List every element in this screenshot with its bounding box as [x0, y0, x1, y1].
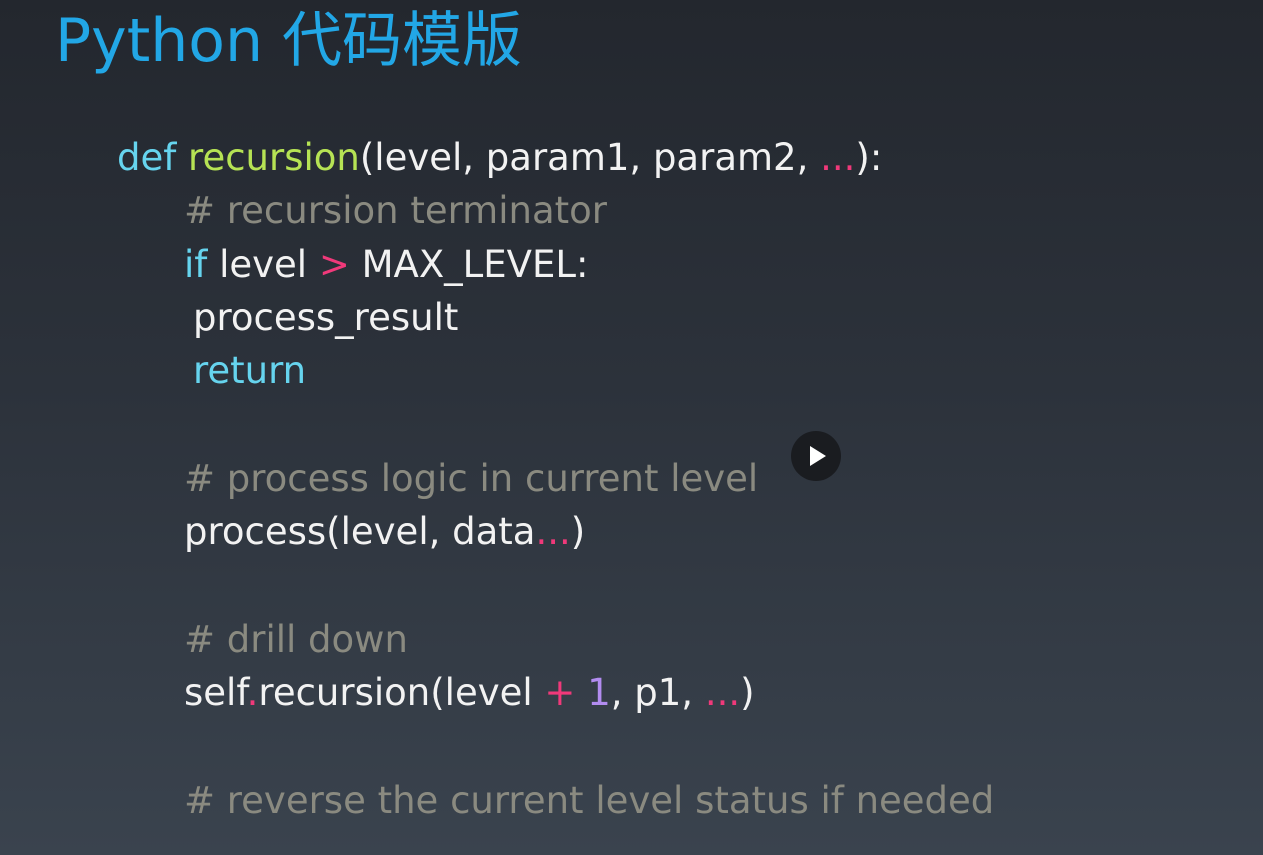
comment-recursion-terminator: # recursion terminator	[184, 189, 607, 232]
code-ellipsis: ...	[704, 671, 741, 714]
operator-gt: >	[318, 243, 350, 286]
comment-reverse-status: # reverse the current level status if ne…	[184, 779, 995, 822]
function-name: recursion	[188, 136, 360, 179]
code-text: )	[570, 510, 586, 553]
comment-process-logic: # process logic in current level	[184, 457, 759, 500]
code-block: def recursion(level, param1, param2, ...…	[0, 0, 1263, 855]
code-line-process: process(level, data...)	[184, 507, 585, 557]
code-params-close: ):	[855, 136, 883, 179]
keyword-if: if	[184, 243, 208, 286]
code-line-self-recursion: self.recursion(level + 1, p1, ...)	[184, 668, 755, 718]
code-ellipsis: ...	[820, 136, 856, 179]
number-one: 1	[587, 671, 611, 714]
code-text: recursion(level	[258, 671, 545, 714]
code-text: MAX_LEVEL:	[349, 243, 589, 286]
code-line-if: if level > MAX_LEVEL:	[184, 240, 588, 290]
code-text: , p1,	[610, 671, 705, 714]
video-play-button[interactable]	[791, 431, 841, 481]
code-text: process(level, data	[184, 510, 536, 553]
code-line-process-result: process_result	[193, 296, 459, 339]
code-text: level	[207, 243, 319, 286]
code-ellipsis: ...	[535, 510, 571, 553]
keyword-return: return	[193, 349, 307, 392]
code-text: )	[740, 671, 755, 714]
operator-dot: .	[246, 671, 259, 714]
operator-plus: +	[544, 671, 576, 714]
keyword-def: def	[117, 136, 177, 179]
code-text: self	[184, 671, 247, 714]
comment-drill-down: # drill down	[184, 618, 408, 661]
code-line-def: def recursion(level, param1, param2, ...…	[117, 133, 882, 183]
code-params: (level, param1, param2,	[359, 136, 821, 179]
play-icon	[810, 446, 826, 466]
